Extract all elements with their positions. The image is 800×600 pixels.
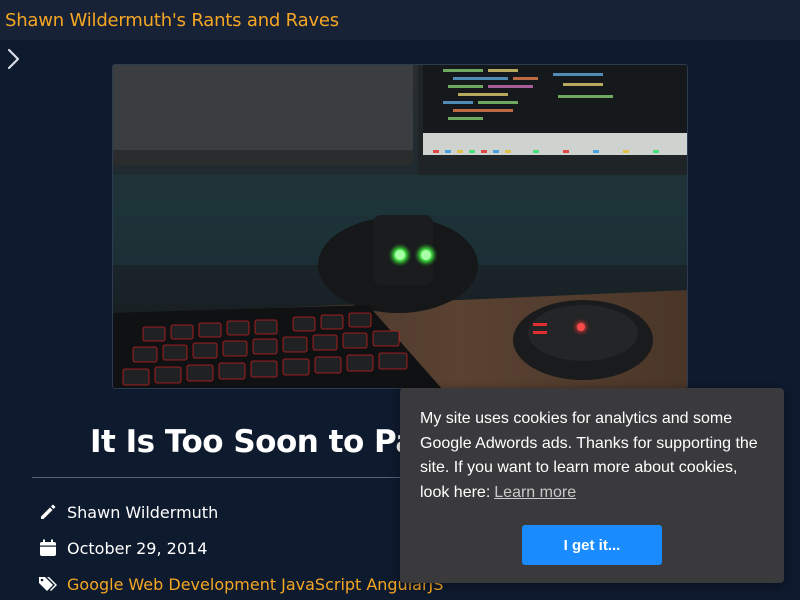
top-bar: Shawn Wildermuth's Rants and Raves [0, 0, 800, 40]
accept-cookies-button[interactable]: I get it... [522, 525, 662, 565]
nav-toggle-button[interactable] [4, 47, 24, 71]
cookie-message-text: My site uses cookies for analytics and s… [420, 410, 758, 501]
hero-image [112, 64, 688, 389]
post-date: October 29, 2014 [67, 538, 208, 558]
learn-more-link[interactable]: Learn more [494, 484, 576, 501]
keyboard-photo-image [113, 65, 687, 388]
pencil-icon [41, 504, 56, 519]
author-row: Shawn Wildermuth [38, 500, 218, 524]
tags-icon [39, 577, 57, 591]
tag-link[interactable]: Google [67, 575, 123, 594]
site-title-link[interactable]: Shawn Wildermuth's Rants and Raves [5, 10, 339, 31]
post-author: Shawn Wildermuth [67, 502, 219, 522]
chevron-right-icon [7, 48, 20, 70]
tag-link[interactable]: JavaScript [281, 575, 361, 594]
cookie-message: My site uses cookies for analytics and s… [420, 407, 770, 505]
cookie-consent-banner: My site uses cookies for analytics and s… [400, 388, 784, 583]
post-title: It Is Too Soon to Par [90, 424, 431, 460]
date-row: October 29, 2014 [38, 536, 207, 560]
calendar-icon [40, 539, 56, 556]
tags-row: Google Web Development JavaScript Angula… [38, 572, 448, 596]
tag-link[interactable]: Web Development [128, 575, 276, 594]
